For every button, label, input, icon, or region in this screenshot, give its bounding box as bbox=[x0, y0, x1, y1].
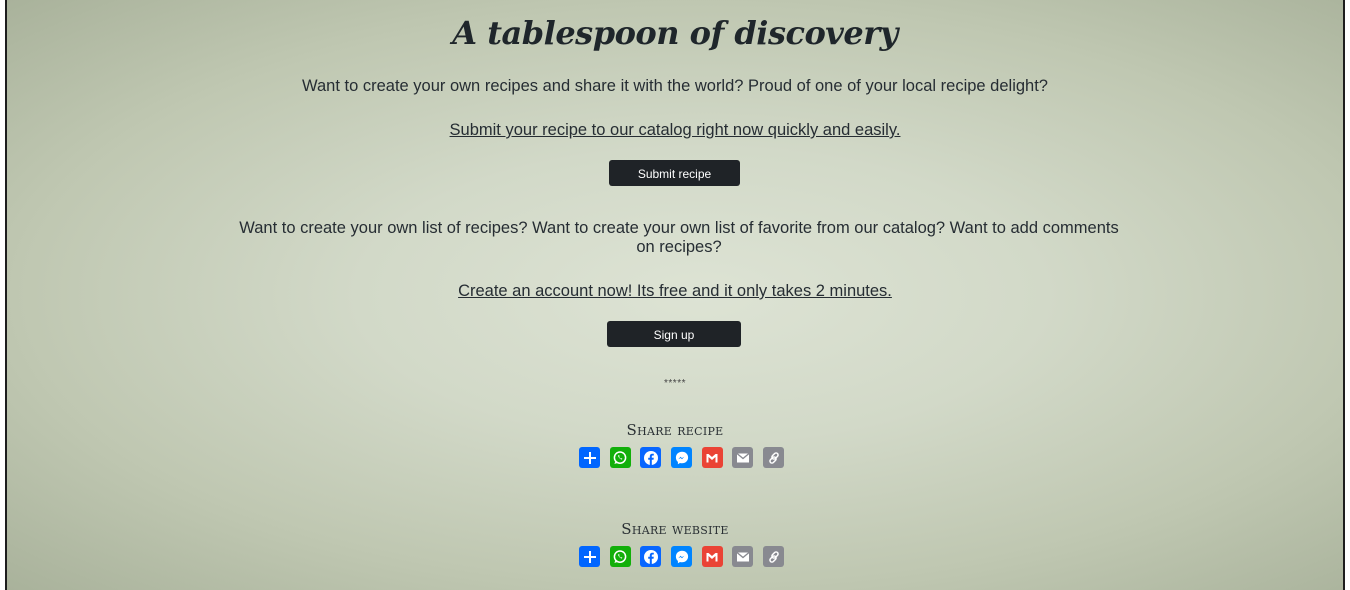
submit-recipe-button[interactable]: Submit recipe bbox=[609, 160, 740, 186]
whatsapp-icon[interactable] bbox=[609, 546, 631, 567]
signup-intro-text: Want to create your own list of recipes?… bbox=[239, 219, 1119, 256]
submit-intro-text: Want to create your own recipes and shar… bbox=[302, 77, 1048, 95]
create-account-link[interactable]: Create an account now! Its free and it o… bbox=[458, 282, 892, 300]
facebook-icon[interactable] bbox=[640, 546, 662, 567]
facebook-icon[interactable] bbox=[640, 447, 662, 468]
page-title: A tablespoon of discovery bbox=[452, 14, 898, 52]
gmail-icon[interactable] bbox=[701, 447, 723, 468]
submit-link-container: Submit your recipe to our catalog right … bbox=[7, 121, 1343, 140]
email-icon[interactable] bbox=[732, 447, 754, 468]
signup-link-container: Create an account now! Its free and it o… bbox=[7, 282, 1343, 301]
copy-link-icon[interactable] bbox=[763, 447, 785, 468]
gmail-icon[interactable] bbox=[701, 546, 723, 567]
share-website-icons bbox=[579, 546, 785, 567]
share-icon[interactable] bbox=[579, 447, 600, 468]
share-website-heading: Share website bbox=[621, 520, 729, 538]
divider-stars: ***** bbox=[664, 378, 686, 389]
messenger-icon[interactable] bbox=[671, 447, 693, 468]
copy-link-icon[interactable] bbox=[763, 546, 785, 567]
sign-up-button[interactable]: Sign up bbox=[607, 321, 741, 347]
whatsapp-icon[interactable] bbox=[609, 447, 631, 468]
email-icon[interactable] bbox=[732, 546, 754, 567]
page-frame: A tablespoon of discovery Want to create… bbox=[5, 0, 1345, 590]
messenger-icon[interactable] bbox=[671, 546, 693, 567]
share-icon[interactable] bbox=[579, 546, 600, 567]
share-recipe-icons bbox=[579, 447, 785, 468]
submit-recipe-link[interactable]: Submit your recipe to our catalog right … bbox=[450, 121, 901, 139]
share-recipe-heading: Share recipe bbox=[626, 421, 724, 439]
